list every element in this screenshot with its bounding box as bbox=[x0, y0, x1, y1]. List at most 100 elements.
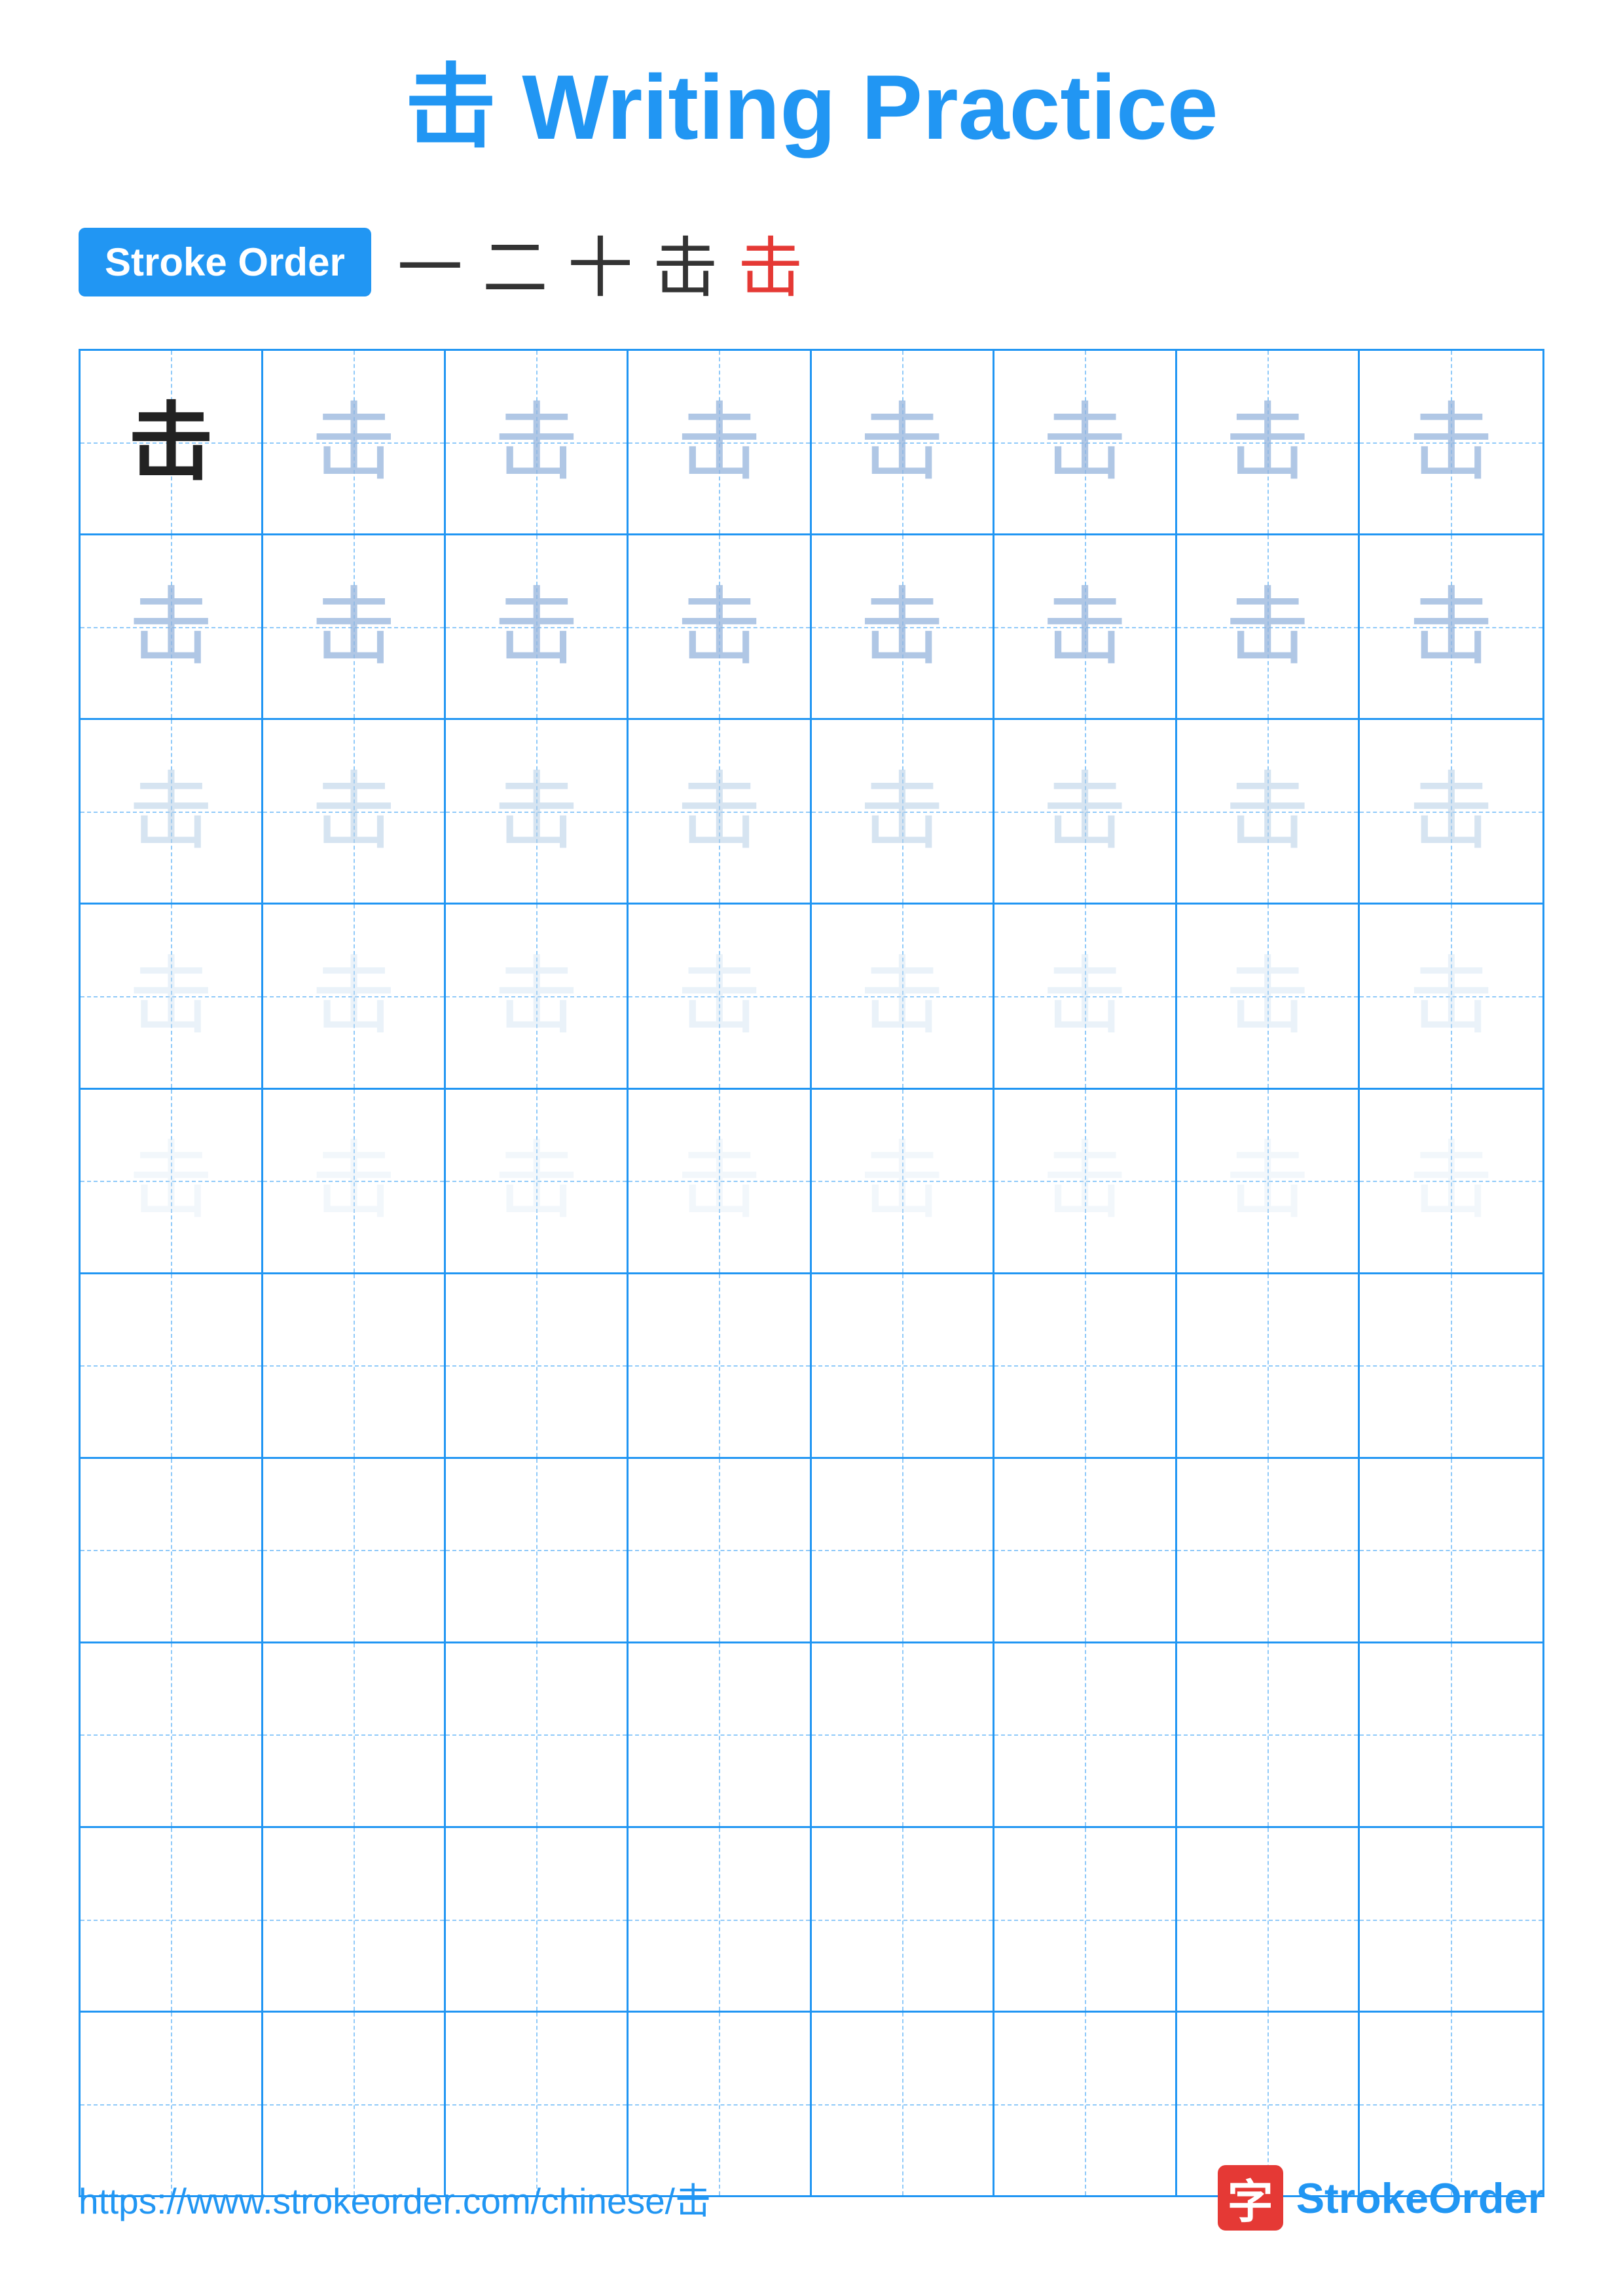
footer-url[interactable]: https://www.strokeorder.com/chinese/击 bbox=[79, 2172, 711, 2224]
grid-cell[interactable]: 击 bbox=[1177, 535, 1360, 718]
grid-cell[interactable]: 击 bbox=[1177, 720, 1360, 903]
stroke-5: 击 bbox=[738, 215, 803, 310]
grid-cell[interactable]: 击 bbox=[1177, 351, 1360, 533]
grid-cell[interactable] bbox=[1360, 1274, 1542, 1457]
grid-cell[interactable] bbox=[81, 1459, 263, 1641]
practice-char: 击 bbox=[128, 769, 213, 854]
practice-char: 击 bbox=[1225, 1138, 1310, 1223]
practice-char: 击 bbox=[311, 400, 396, 485]
grid-cell[interactable] bbox=[263, 1274, 446, 1457]
grid-cell[interactable]: 击 bbox=[629, 535, 811, 718]
grid-cell[interactable] bbox=[446, 1828, 629, 2011]
grid-cell[interactable]: 击 bbox=[994, 351, 1177, 533]
grid-cell[interactable]: 击 bbox=[263, 1090, 446, 1272]
grid-cell[interactable]: 击 bbox=[812, 905, 994, 1087]
grid-cell[interactable] bbox=[812, 1828, 994, 2011]
stroke-1: 一 bbox=[397, 215, 463, 310]
grid-cell[interactable]: 击 bbox=[446, 720, 629, 903]
grid-cell[interactable]: 击 bbox=[994, 535, 1177, 718]
grid-cell[interactable] bbox=[629, 1643, 811, 1826]
grid-cell[interactable]: 击 bbox=[1360, 535, 1542, 718]
grid-cell[interactable]: 击 bbox=[812, 720, 994, 903]
practice-char: 击 bbox=[1225, 769, 1310, 854]
grid-cell[interactable]: 击 bbox=[812, 1090, 994, 1272]
grid-cell[interactable]: 击 bbox=[263, 351, 446, 533]
grid-cell[interactable]: 击 bbox=[81, 351, 263, 533]
grid-cell[interactable]: 击 bbox=[629, 1090, 811, 1272]
practice-char: 击 bbox=[676, 400, 761, 485]
grid-cell[interactable] bbox=[1177, 1274, 1360, 1457]
grid-cell[interactable]: 击 bbox=[1360, 905, 1542, 1087]
grid-cell[interactable] bbox=[629, 1274, 811, 1457]
title-section: 击 Writing Practice bbox=[79, 52, 1544, 162]
grid-cell[interactable]: 击 bbox=[629, 351, 811, 533]
grid-cell[interactable]: 击 bbox=[1360, 720, 1542, 903]
practice-char: 击 bbox=[494, 1138, 579, 1223]
grid-cell[interactable] bbox=[994, 1828, 1177, 2011]
grid-cell[interactable]: 击 bbox=[81, 535, 263, 718]
grid-cell[interactable] bbox=[629, 1459, 811, 1641]
grid-row bbox=[81, 1274, 1542, 1459]
grid-cell[interactable]: 击 bbox=[446, 905, 629, 1087]
practice-char: 击 bbox=[676, 954, 761, 1039]
grid-cell[interactable]: 击 bbox=[263, 535, 446, 718]
grid-cell[interactable]: 击 bbox=[446, 1090, 629, 1272]
practice-char: 击 bbox=[1042, 1138, 1127, 1223]
practice-char: 击 bbox=[1225, 400, 1310, 485]
grid-cell[interactable]: 击 bbox=[1360, 351, 1542, 533]
grid-cell[interactable]: 击 bbox=[81, 720, 263, 903]
grid-cell[interactable] bbox=[1360, 1828, 1542, 2011]
grid-row: 击击击击击击击击 bbox=[81, 1090, 1542, 1274]
grid-cell[interactable]: 击 bbox=[994, 1090, 1177, 1272]
grid-cell[interactable] bbox=[1360, 1643, 1542, 1826]
grid-cell[interactable]: 击 bbox=[812, 351, 994, 533]
grid-cell[interactable] bbox=[994, 1274, 1177, 1457]
practice-char: 击 bbox=[128, 1138, 213, 1223]
practice-char: 击 bbox=[676, 1138, 761, 1223]
grid-cell[interactable] bbox=[446, 1459, 629, 1641]
practice-char: 击 bbox=[1225, 584, 1310, 670]
grid-cell[interactable]: 击 bbox=[263, 720, 446, 903]
grid-cell[interactable] bbox=[1360, 1459, 1542, 1641]
grid-cell[interactable] bbox=[1177, 1828, 1360, 2011]
page-title: 击 Writing Practice bbox=[79, 52, 1544, 162]
grid-cell[interactable] bbox=[812, 1459, 994, 1641]
grid-cell[interactable] bbox=[263, 1459, 446, 1641]
grid-cell[interactable] bbox=[263, 1643, 446, 1826]
grid-cell[interactable] bbox=[812, 1643, 994, 1826]
grid-cell[interactable] bbox=[994, 1643, 1177, 1826]
grid-cell[interactable]: 击 bbox=[446, 535, 629, 718]
page: 击 Writing Practice Stroke Order 一 二 十 击 … bbox=[0, 0, 1623, 2296]
grid-row: 击击击击击击击击 bbox=[81, 905, 1542, 1089]
grid-cell[interactable]: 击 bbox=[629, 720, 811, 903]
grid-cell[interactable] bbox=[81, 1643, 263, 1826]
grid-cell[interactable]: 击 bbox=[812, 535, 994, 718]
grid-cell[interactable]: 击 bbox=[81, 1090, 263, 1272]
grid-cell[interactable]: 击 bbox=[81, 905, 263, 1087]
grid-cell[interactable] bbox=[1177, 1459, 1360, 1641]
practice-char: 击 bbox=[860, 769, 945, 854]
grid-cell[interactable]: 击 bbox=[1177, 1090, 1360, 1272]
grid-cell[interactable] bbox=[1177, 1643, 1360, 1826]
stroke-order-section: Stroke Order 一 二 十 击 击 bbox=[79, 215, 1544, 310]
grid-row: 击击击击击击击击 bbox=[81, 351, 1542, 535]
grid-cell[interactable] bbox=[446, 1643, 629, 1826]
grid-cell[interactable]: 击 bbox=[446, 351, 629, 533]
grid-cell[interactable]: 击 bbox=[994, 905, 1177, 1087]
grid-cell[interactable] bbox=[81, 1828, 263, 2011]
grid-cell[interactable] bbox=[994, 1459, 1177, 1641]
grid-cell[interactable] bbox=[263, 1828, 446, 2011]
practice-char: 击 bbox=[676, 584, 761, 670]
grid-cell[interactable] bbox=[812, 1274, 994, 1457]
grid-cell[interactable] bbox=[446, 1274, 629, 1457]
grid-cell[interactable] bbox=[629, 1828, 811, 2011]
grid-cell[interactable]: 击 bbox=[1177, 905, 1360, 1087]
grid-cell[interactable] bbox=[81, 1274, 263, 1457]
grid-cell[interactable]: 击 bbox=[263, 905, 446, 1087]
practice-char: 击 bbox=[1408, 954, 1493, 1039]
grid-cell[interactable]: 击 bbox=[1360, 1090, 1542, 1272]
practice-char: 击 bbox=[311, 769, 396, 854]
grid-cell[interactable]: 击 bbox=[994, 720, 1177, 903]
grid-cell[interactable]: 击 bbox=[629, 905, 811, 1087]
stroke-order-badge: Stroke Order bbox=[79, 228, 371, 296]
